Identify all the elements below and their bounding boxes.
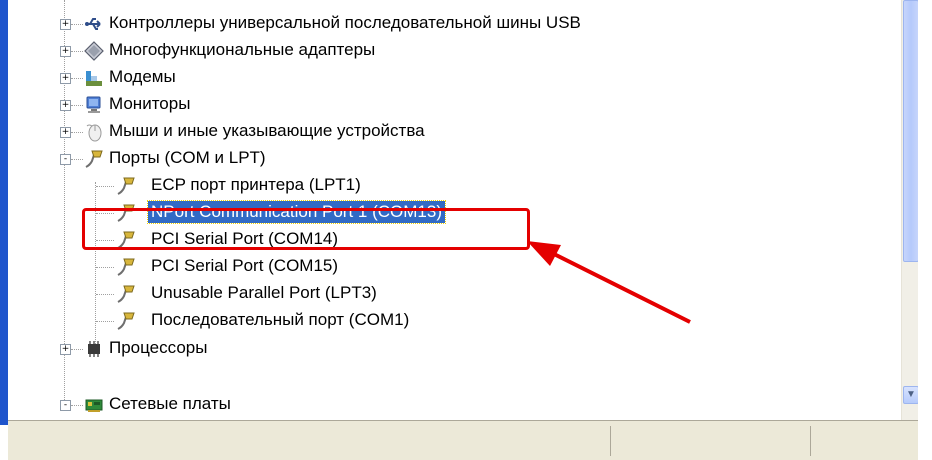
device-manager-window: + Контроллеры универсальной последовател… bbox=[0, 0, 932, 460]
annotation-arrow-icon bbox=[527, 241, 691, 324]
